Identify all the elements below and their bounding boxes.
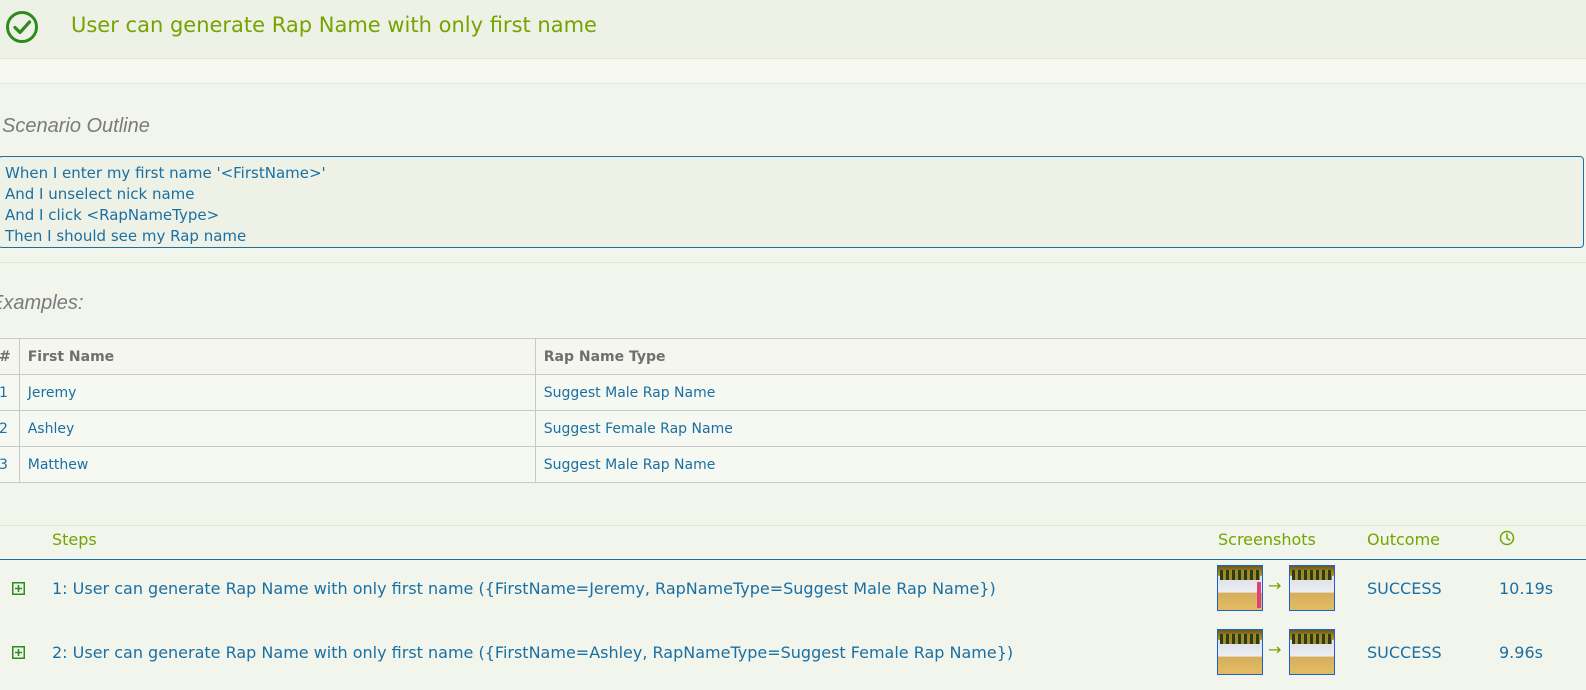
outline-step: When I enter my first name '<FirstName>' [5, 164, 326, 182]
column-header-first-name: First Name [18, 338, 536, 375]
step-title-link[interactable]: 2: User can generate Rap Name with only … [52, 643, 1013, 662]
step-row[interactable]: 2: User can generate Rap Name with only … [0, 626, 1586, 690]
first-name-cell: Ashley [18, 410, 536, 447]
step-row[interactable]: 1: User can generate Rap Name with only … [0, 562, 1586, 626]
scenario-header: User can generate Rap Name with only fir… [0, 0, 1586, 59]
column-header-index: # [0, 338, 20, 375]
table-row[interactable]: 1 Jeremy Suggest Male Rap Name [0, 374, 1586, 411]
divider-band [0, 59, 1586, 84]
outline-step: And I unselect nick name [5, 185, 195, 203]
rap-name-type-cell: Suggest Female Rap Name [534, 410, 1586, 447]
first-name-cell: Jeremy [18, 374, 536, 411]
steps-table-header: Steps Screenshots Outcome [0, 526, 1586, 560]
scenario-outline-heading: Scenario Outline [2, 115, 150, 137]
first-name-cell: Matthew [18, 446, 536, 483]
row-index: 2 [0, 410, 20, 447]
clock-icon [1499, 530, 1515, 546]
outline-step: Then I should see my Rap name [5, 227, 247, 245]
step-duration: 9.96s [1499, 643, 1543, 662]
scenario-title: User can generate Rap Name with only fir… [71, 13, 597, 37]
outcome-status: SUCCESS [1367, 579, 1442, 598]
arrow-right-icon: → [1268, 640, 1282, 659]
expand-plus-icon[interactable] [12, 582, 25, 595]
screenshot-thumbnail[interactable] [1217, 629, 1263, 675]
row-index: 3 [0, 446, 20, 483]
outline-step: And I click <RapNameType> [5, 206, 220, 224]
column-header-rap-name-type: Rap Name Type [534, 338, 1586, 375]
examples-heading: Examples: [0, 292, 84, 314]
rap-name-type-cell: Suggest Male Rap Name [534, 446, 1586, 483]
table-header-row: # First Name Rap Name Type [0, 338, 1586, 375]
row-index: 1 [0, 374, 20, 411]
rap-name-type-cell: Suggest Male Rap Name [534, 374, 1586, 411]
examples-table: # First Name Rap Name Type 1 Jeremy Sugg… [0, 338, 1586, 483]
arrow-right-icon: → [1268, 576, 1282, 595]
check-circle-icon [6, 11, 38, 43]
table-row[interactable]: 3 Matthew Suggest Male Rap Name [0, 446, 1586, 483]
step-title-link[interactable]: 1: User can generate Rap Name with only … [52, 579, 996, 598]
scenario-outline-box: When I enter my first name '<FirstName>'… [0, 156, 1584, 248]
screenshot-thumbnail[interactable] [1289, 565, 1335, 611]
step-duration: 10.19s [1499, 579, 1554, 598]
expand-plus-icon[interactable] [12, 646, 25, 659]
divider [0, 262, 1586, 263]
steps-column-header: Steps [52, 530, 97, 549]
table-row[interactable]: 2 Ashley Suggest Female Rap Name [0, 410, 1586, 447]
outcome-status: SUCCESS [1367, 643, 1442, 662]
outcome-column-header: Outcome [1367, 530, 1441, 549]
screenshot-thumbnail[interactable] [1217, 565, 1263, 611]
screenshots-column-header: Screenshots [1218, 530, 1316, 549]
screenshot-thumbnail[interactable] [1289, 629, 1335, 675]
